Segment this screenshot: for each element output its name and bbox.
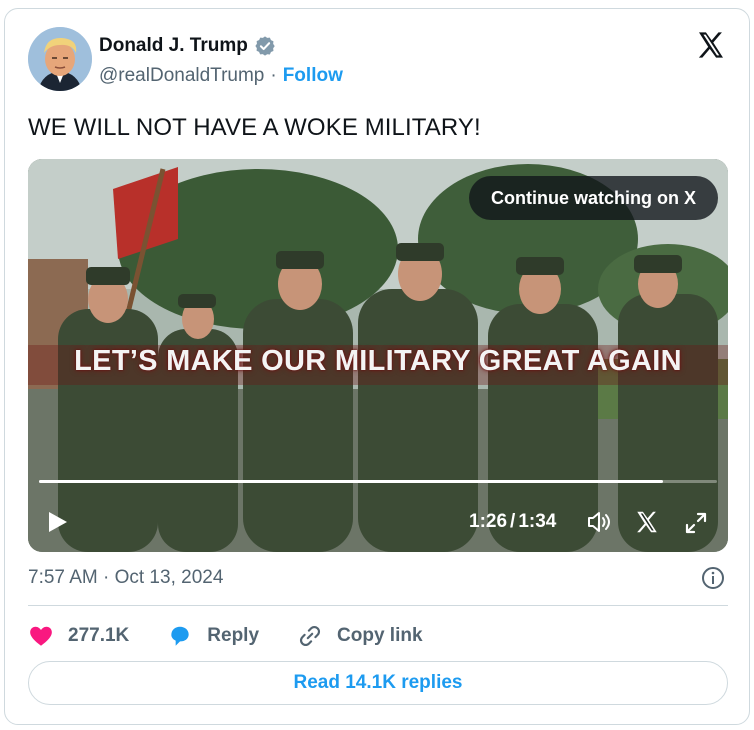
info-icon[interactable] [701,566,725,590]
author-display-name[interactable]: Donald J. Trump [99,35,248,57]
embedded-tweet-card: Donald J. Trump @realDonaldTrump · Follo… [4,8,750,725]
volume-icon[interactable] [586,510,612,534]
continue-watching-button[interactable]: Continue watching on X [469,176,718,220]
reply-bubble-icon [171,626,189,646]
copy-link-label: Copy link [337,625,423,646]
video-player[interactable]: Continue watching on X LET’S MAKE OUR MI… [28,159,728,552]
divider [28,605,728,606]
link-icon [299,625,321,647]
avatar[interactable] [28,27,92,91]
video-time: 1:26/1:34 [469,511,556,533]
play-icon[interactable] [47,510,69,534]
video-progress-fill [39,480,663,483]
video-progress-bar[interactable] [39,480,717,483]
avatar-image [28,27,92,91]
video-current-time: 1:26 [469,511,508,532]
heart-icon [30,626,52,646]
author-name-row: Donald J. Trump [99,35,276,57]
author-handle-row: @realDonaldTrump · Follow [99,65,343,87]
x-logo-icon[interactable] [695,29,727,61]
tweet-text: WE WILL NOT HAVE A WOKE MILITARY! [28,114,481,141]
x-logo-icon[interactable] [634,509,660,535]
author-handle[interactable]: @realDonaldTrump [99,65,264,87]
read-replies-button[interactable]: Read 14.1K replies [28,661,728,705]
fullscreen-icon[interactable] [683,510,709,536]
follow-button[interactable]: Follow [283,65,343,87]
verified-badge-icon [254,35,276,57]
tweet-actions: 277.1K Reply Copy link [28,621,461,651]
like-button[interactable]: 277.1K [28,623,129,649]
reply-label: Reply [207,625,260,646]
copy-link-button[interactable]: Copy link [297,623,423,649]
like-count: 277.1K [68,625,130,646]
video-caption: LET’S MAKE OUR MILITARY GREAT AGAIN [74,345,682,377]
tweet-timestamp[interactable]: 7:57 AM · Oct 13, 2024 [28,567,223,589]
video-duration: 1:34 [518,511,557,532]
separator-dot: · [270,65,277,86]
video-time-separator: / [510,511,516,532]
reply-button[interactable]: Reply [167,623,259,649]
